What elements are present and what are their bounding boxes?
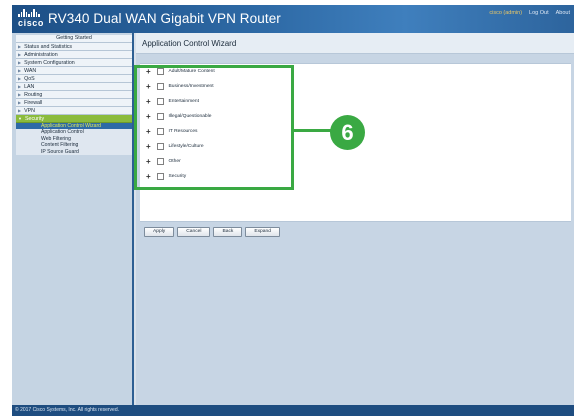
sidebar-item-label: Security [24,116,45,122]
cancel-button[interactable]: Cancel [177,227,211,237]
button-row: Apply Cancel Back Expand [144,227,280,237]
footer: © 2017 Cisco Systems, Inc. All rights re… [12,405,574,416]
current-user: cisco (admin) [489,10,523,16]
cisco-bars-icon [18,9,44,17]
sidebar-item-routing[interactable]: ▶ Routing [16,91,132,99]
back-button[interactable]: Back [213,227,243,237]
expand-button[interactable]: Expand [245,227,280,237]
sidebar-item-label: LAN [24,84,35,90]
expand-arrow-icon: ▶ [18,60,22,65]
expand-arrow-icon: ▶ [18,92,22,97]
expand-arrow-icon: ▶ [18,84,22,89]
sidebar-item-label: System Configuration [24,60,75,66]
sidebar-item-lan[interactable]: ▶ LAN [16,83,132,91]
expand-arrow-icon: ▶ [18,68,22,73]
page-title: Application Control Wizard [136,33,574,54]
sidebar-item-qos[interactable]: ▶ QoS [16,75,132,83]
expand-arrow-icon: ▶ [18,108,22,113]
apply-button[interactable]: Apply [144,227,175,237]
user-links: cisco (admin) Log Out About [489,10,570,16]
device-title: RV340 Dual WAN Gigabit VPN Router [48,11,281,26]
sidebar-item-firewall[interactable]: ▶ Firewall [16,99,132,107]
about-link[interactable]: About [556,10,570,16]
collapse-arrow-icon: ▼ [18,116,22,121]
sidebar-item-system-configuration[interactable]: ▶ System Configuration [16,59,132,67]
expand-arrow-icon: ▶ [18,44,22,49]
expand-arrow-icon: ▶ [18,52,22,57]
submenu-item-ip-source-guard[interactable]: IP Source Guard [16,149,132,155]
cisco-logo: cisco [18,9,44,31]
security-submenu: Application Control Wizard Application C… [16,123,132,155]
sidebar-item-administration[interactable]: ▶ Administration [16,51,132,59]
sidebar-item-security[interactable]: ▼ Security [16,115,132,123]
sidebar-item-label: Getting Started [56,35,92,41]
sidebar: Getting Started ▶ Status and Statistics ▶… [12,33,134,405]
sidebar-item-label: WAN [24,68,37,74]
sidebar-item-status-and-statistics[interactable]: ▶ Status and Statistics [16,43,132,51]
sidebar-item-wan[interactable]: ▶ WAN [16,67,132,75]
callout-connector-line [294,129,332,132]
top-banner: cisco RV340 Dual WAN Gigabit VPN Router … [12,5,574,33]
sidebar-item-label: QoS [24,76,35,82]
sidebar-item-getting-started[interactable]: Getting Started [16,35,132,43]
sidebar-item-label: Status and Statistics [24,44,73,50]
expand-arrow-icon: ▶ [18,100,22,105]
sidebar-item-label: Administration [24,52,58,58]
sidebar-item-label: Firewall [24,100,43,106]
callout-highlight-box [134,65,294,190]
expand-arrow-icon: ▶ [18,76,22,81]
sidebar-item-vpn[interactable]: ▶ VPN [16,107,132,115]
cisco-wordmark: cisco [18,18,45,28]
step-number-badge: 6 [330,115,365,150]
sidebar-item-label: VPN [24,108,35,114]
logout-link[interactable]: Log Out [529,10,549,16]
sidebar-item-label: Routing [24,92,43,98]
